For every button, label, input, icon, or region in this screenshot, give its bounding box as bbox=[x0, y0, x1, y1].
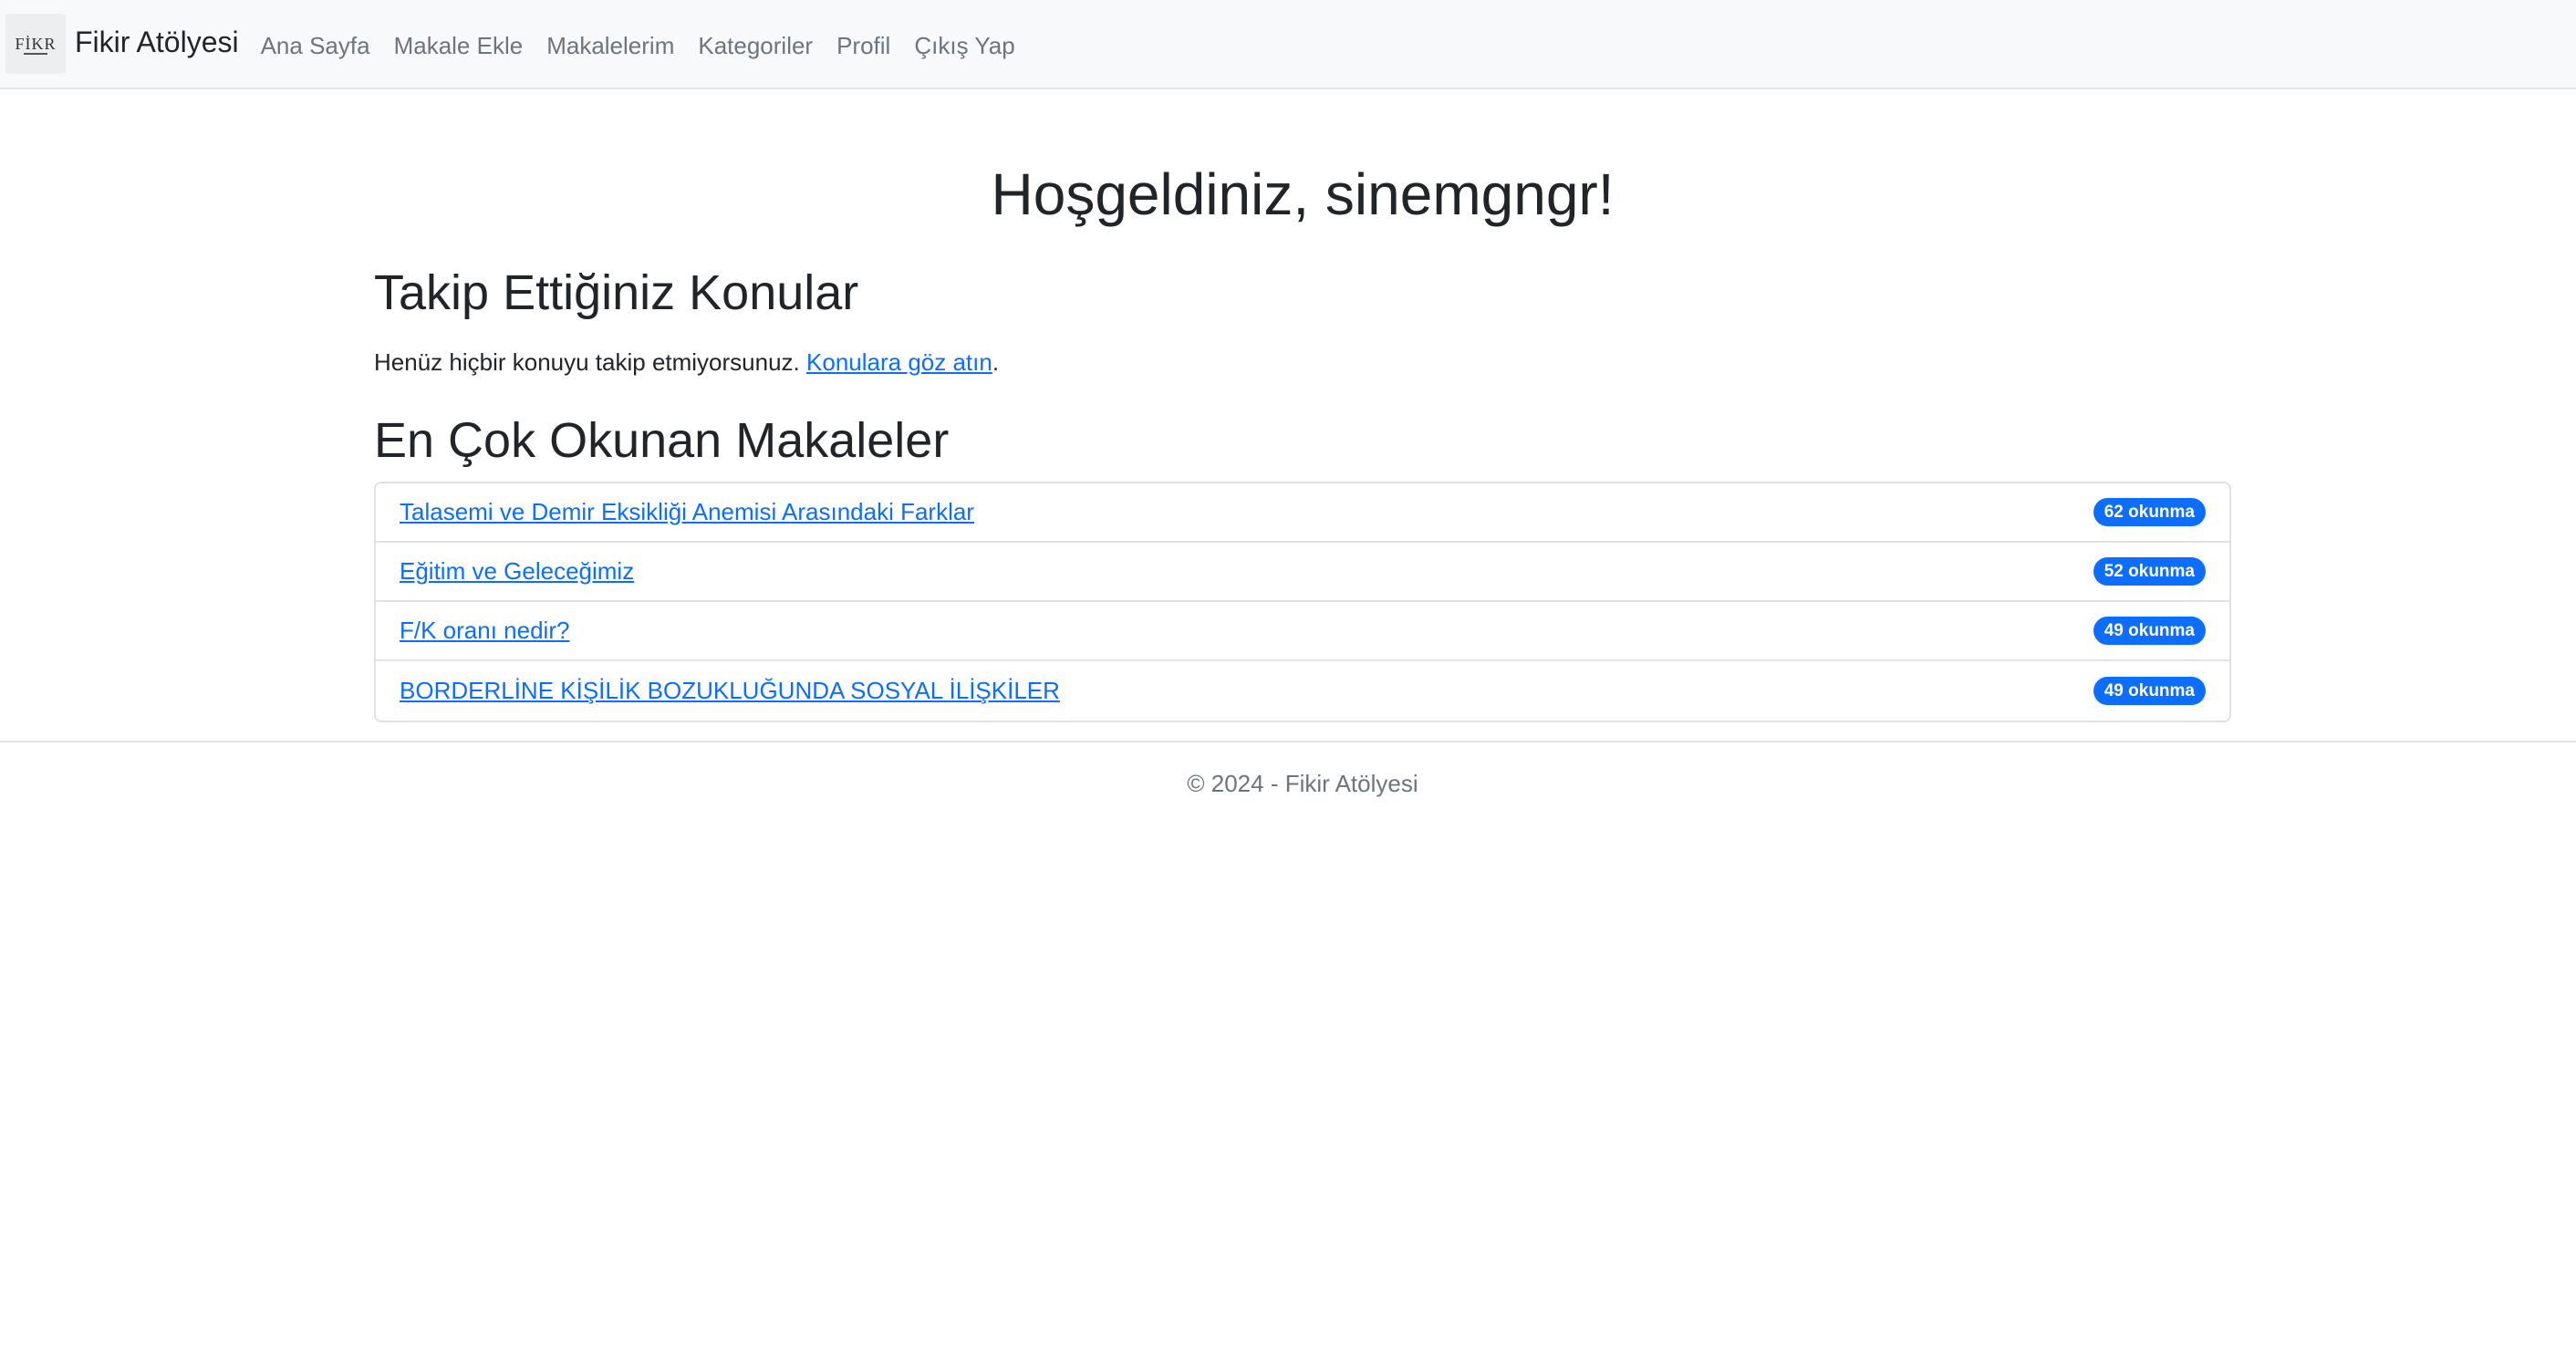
nav-link-ana-sayfa[interactable]: Ana Sayfa bbox=[261, 32, 370, 60]
nav-link-makalelerim[interactable]: Makalelerim bbox=[546, 32, 674, 60]
nav-link-cikis-yap[interactable]: Çıkış Yap bbox=[914, 32, 1014, 60]
read-count-badge: 49 okunma bbox=[2093, 617, 2206, 645]
article-link[interactable]: Talasemi ve Demir Eksikliği Anemisi Aras… bbox=[400, 498, 974, 526]
nav-link-profil[interactable]: Profil bbox=[836, 32, 890, 60]
welcome-heading: Hoşgeldiniz, sinemgngr! bbox=[991, 161, 1615, 227]
followed-trailing-period: . bbox=[992, 348, 1000, 376]
brand-logo-underline bbox=[24, 53, 47, 56]
article-link[interactable]: F/K oranı nedir? bbox=[400, 617, 569, 645]
browse-topics-link[interactable]: Konulara göz atın bbox=[806, 348, 992, 376]
list-item: F/K oranı nedir? 49 okunma bbox=[376, 602, 2229, 661]
footer-copyright: © 2024 - Fikir Atölyesi bbox=[1187, 770, 1418, 797]
brand-logo: FİKR bbox=[5, 14, 66, 74]
brand-logo-text: FİKR bbox=[15, 35, 57, 53]
navbar: FİKR Fikir Atölyesi Ana Sayfa Makale Ekl… bbox=[0, 0, 2576, 89]
nav-links: Ana Sayfa Makale Ekle Makalelerim Katego… bbox=[261, 32, 1039, 60]
read-count-badge: 62 okunma bbox=[2093, 498, 2206, 526]
article-link[interactable]: Eğitim ve Geleceğimiz bbox=[400, 557, 634, 586]
nav-link-kategoriler[interactable]: Kategoriler bbox=[698, 32, 813, 60]
popular-articles-list: Talasemi ve Demir Eksikliği Anemisi Aras… bbox=[374, 482, 2231, 722]
footer: © 2024 - Fikir Atölyesi bbox=[0, 741, 2576, 798]
brand-name: Fikir Atölyesi bbox=[75, 25, 239, 58]
list-item: Eğitim ve Geleceğimiz 52 okunma bbox=[376, 543, 2229, 602]
followed-topics-heading: Takip Ettiğiniz Konular bbox=[374, 265, 859, 320]
brand-link[interactable]: FİKR Fikir Atölyesi bbox=[5, 14, 239, 74]
nav-link-makale-ekle[interactable]: Makale Ekle bbox=[394, 32, 524, 60]
followed-empty-text: Henüz hiçbir konuyu takip etmiyorsunuz. bbox=[374, 348, 800, 376]
article-link[interactable]: BORDERLİNE KİŞİLİK BOZUKLUĞUNDA SOSYAL İ… bbox=[400, 677, 1060, 705]
popular-articles-heading: En Çok Okunan Makaleler bbox=[374, 413, 950, 468]
list-item: BORDERLİNE KİŞİLİK BOZUKLUĞUNDA SOSYAL İ… bbox=[376, 661, 2229, 721]
read-count-badge: 52 okunma bbox=[2093, 557, 2206, 586]
read-count-badge: 49 okunma bbox=[2093, 677, 2206, 705]
list-item: Talasemi ve Demir Eksikliği Anemisi Aras… bbox=[376, 483, 2229, 543]
followed-topics-empty-message: Henüz hiçbir konuyu takip etmiyorsunuz. … bbox=[374, 348, 999, 377]
